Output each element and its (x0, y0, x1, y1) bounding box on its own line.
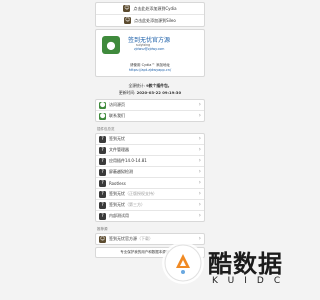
visit-source-page-link[interactable]: ⬤ 访问源页 › (96, 100, 204, 111)
package-name: 签到无忧 (109, 202, 125, 207)
question-mark-icon: ? (99, 168, 106, 176)
package-count-label: 全源统计: (128, 83, 145, 88)
featured-section-title: 推荐源 (97, 227, 108, 231)
question-mark-icon: ? (99, 201, 106, 209)
question-mark-icon: ? (99, 212, 106, 220)
package-name: 文件管理器 (109, 147, 129, 152)
add-source-group: ☺ 点击此处添加源到Cydia ☺ 点击此处添加源到Sileo (95, 2, 205, 27)
featured-package-name: 签到无忧官方源 (109, 236, 137, 241)
updated-line: 更新时间: 2020-03-22 09:19:30 (95, 89, 205, 96)
chevron-right-icon: › (198, 212, 201, 219)
repo-logo-icon: ⬤ (102, 36, 120, 54)
updated-label: 更新时间: (118, 90, 136, 95)
package-row[interactable]: ? 签到无忧 › (96, 134, 204, 145)
package-row[interactable]: ? 签到无忧（第三方） › (96, 200, 204, 211)
question-mark-icon: ? (99, 157, 106, 165)
links-group: ⬤ 访问源页 › ⬤ 联系我们 › (95, 99, 205, 122)
package-note: （第三方） (125, 202, 145, 207)
package-row[interactable]: ? 文件管理器 › (96, 145, 204, 156)
package-row[interactable]: ? 屏蔽越狱检测 › (96, 167, 204, 178)
repo-card: ⬤ 签到无忧官方源 suiyixing zjdwvz@zjdwy.com 请使用… (95, 29, 205, 77)
chevron-right-icon: › (198, 168, 201, 175)
sileo-icon: ☺ (124, 17, 132, 24)
package-count-value: 9款个插件包。 (146, 83, 172, 88)
package-row[interactable]: ? Rootless › (96, 178, 204, 189)
add-to-sileo-link[interactable]: ☺ 点击此处添加源到Sileo (96, 15, 204, 26)
package-name: Rootless (109, 180, 126, 186)
contact-us-label: 联系我们 (109, 113, 125, 118)
chevron-right-icon: › (198, 135, 201, 142)
featured-package-note: （下载） (137, 236, 153, 241)
chevron-right-icon: › (198, 112, 201, 119)
packages-list: ? 签到无忧 › ? 文件管理器 › ? 应用插件14.0-14.81 › ? … (95, 133, 205, 222)
package-row[interactable]: ? 内部测试用 › (96, 211, 204, 221)
package-row[interactable]: ? 签到无忧（正版授权支持） › (96, 189, 204, 200)
package-name: 内部测试用 (109, 213, 129, 218)
chevron-right-icon: › (198, 157, 201, 164)
green-app-icon: ⬤ (99, 112, 106, 120)
package-row[interactable]: ? 应用插件14.0-14.81 › (96, 156, 204, 167)
contact-us-link[interactable]: ⬤ 联系我们 › (96, 111, 204, 121)
package-name: 屏蔽越狱检测 (109, 169, 133, 174)
repo-avatar-icon: ☺ (99, 235, 106, 243)
visit-source-page-label: 访问源页 (109, 102, 125, 107)
add-to-cydia-link[interactable]: ☺ 点击此处添加源到Cydia (96, 3, 204, 15)
repo-info: 全源统计: 9款个插件包。 更新时间: 2020-03-22 09:19:30 (95, 79, 205, 99)
package-count-line: 全源统计: 9款个插件包。 (95, 82, 205, 89)
package-name: 签到无忧 (109, 191, 125, 196)
cydia-icon: ☺ (123, 5, 131, 12)
packages-section-title: 插件包总览 (97, 127, 115, 131)
chevron-right-icon: › (198, 201, 201, 208)
package-name: 应用插件14.0-14.81 (109, 158, 147, 163)
watermark: 酷数据 KUIDC (162, 242, 292, 292)
package-name: 签到无忧 (109, 136, 125, 141)
add-to-cydia-label: 点击此处添加源到Cydia (133, 5, 177, 11)
question-mark-icon: ? (99, 146, 106, 154)
chevron-right-icon: › (198, 146, 201, 153)
chevron-right-icon: › (198, 101, 201, 108)
add-to-sileo-label: 点击此处添加源到Sileo (134, 17, 176, 23)
question-mark-icon: ? (99, 135, 106, 143)
package-note: （正版授权支持） (125, 191, 157, 196)
question-mark-icon: ? (99, 190, 106, 198)
chevron-right-icon: › (198, 190, 201, 197)
chevron-right-icon: › (198, 179, 201, 186)
watermark-logo-graphic (164, 244, 202, 282)
green-app-icon: ⬤ (99, 101, 106, 109)
watermark-text: 酷数据 (208, 249, 283, 278)
updated-value: 2020-03-22 09:19:30 (136, 90, 182, 95)
repo-url[interactable]: https://apt.zjdwyapp.cn/ (96, 68, 204, 72)
question-mark-icon: ? (99, 179, 106, 187)
watermark-subtext: KUIDC (212, 276, 291, 286)
repo-page: ☺ 点击此处添加源到Cydia ☺ 点击此处添加源到Sileo ⬤ 签到无忧官方… (95, 0, 205, 258)
repo-email[interactable]: zjdwvz@zjdwy.com (134, 47, 164, 51)
watermark-logo-icon (162, 242, 204, 284)
